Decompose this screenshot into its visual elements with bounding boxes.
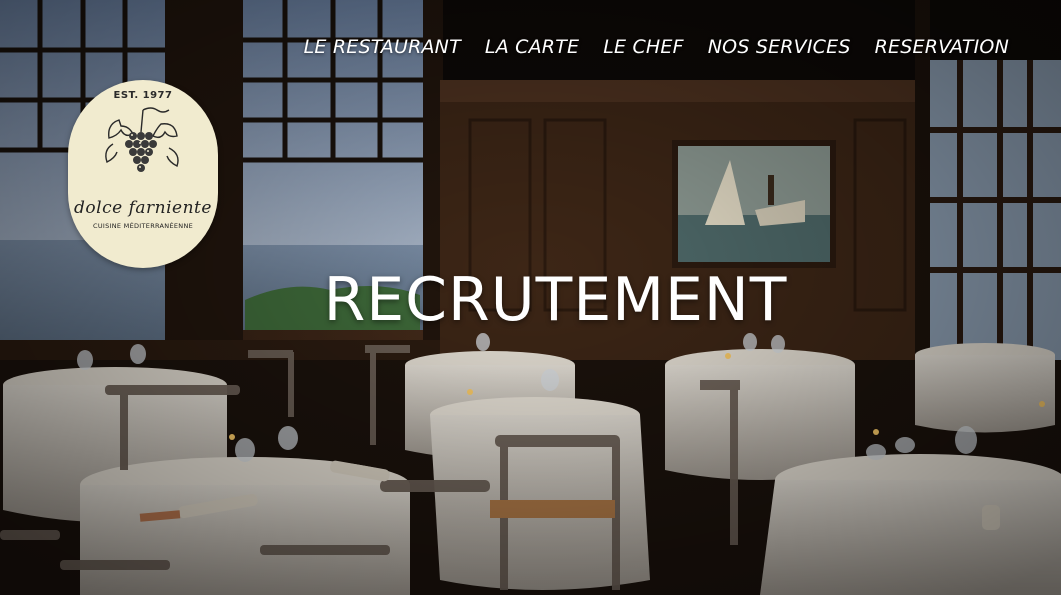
logo-brand-name: dolce farniente — [74, 198, 212, 218]
grape-vine-icon — [105, 107, 179, 172]
nav-item-reservation[interactable]: RESERVATION — [875, 36, 1009, 58]
nav-item-nos-services[interactable]: NOS SERVICES — [708, 36, 851, 58]
page-headline: RECRUTEMENT — [323, 265, 788, 336]
nav-item-le-chef[interactable]: LE CHEF — [603, 36, 684, 58]
brand-logo[interactable]: EST. 1977 dolce farniente CUISINE MÉDITE… — [68, 80, 218, 268]
logo-est: EST. 1977 — [113, 90, 173, 101]
logo-tagline: CUISINE MÉDITERRANÉENNE — [92, 222, 194, 230]
nav-item-le-restaurant[interactable]: LE RESTAURANT — [304, 36, 461, 58]
main-nav: LE RESTAURANT LA CARTE LE CHEF NOS SERVI… — [304, 36, 1009, 58]
nav-item-la-carte[interactable]: LA CARTE — [485, 36, 579, 58]
